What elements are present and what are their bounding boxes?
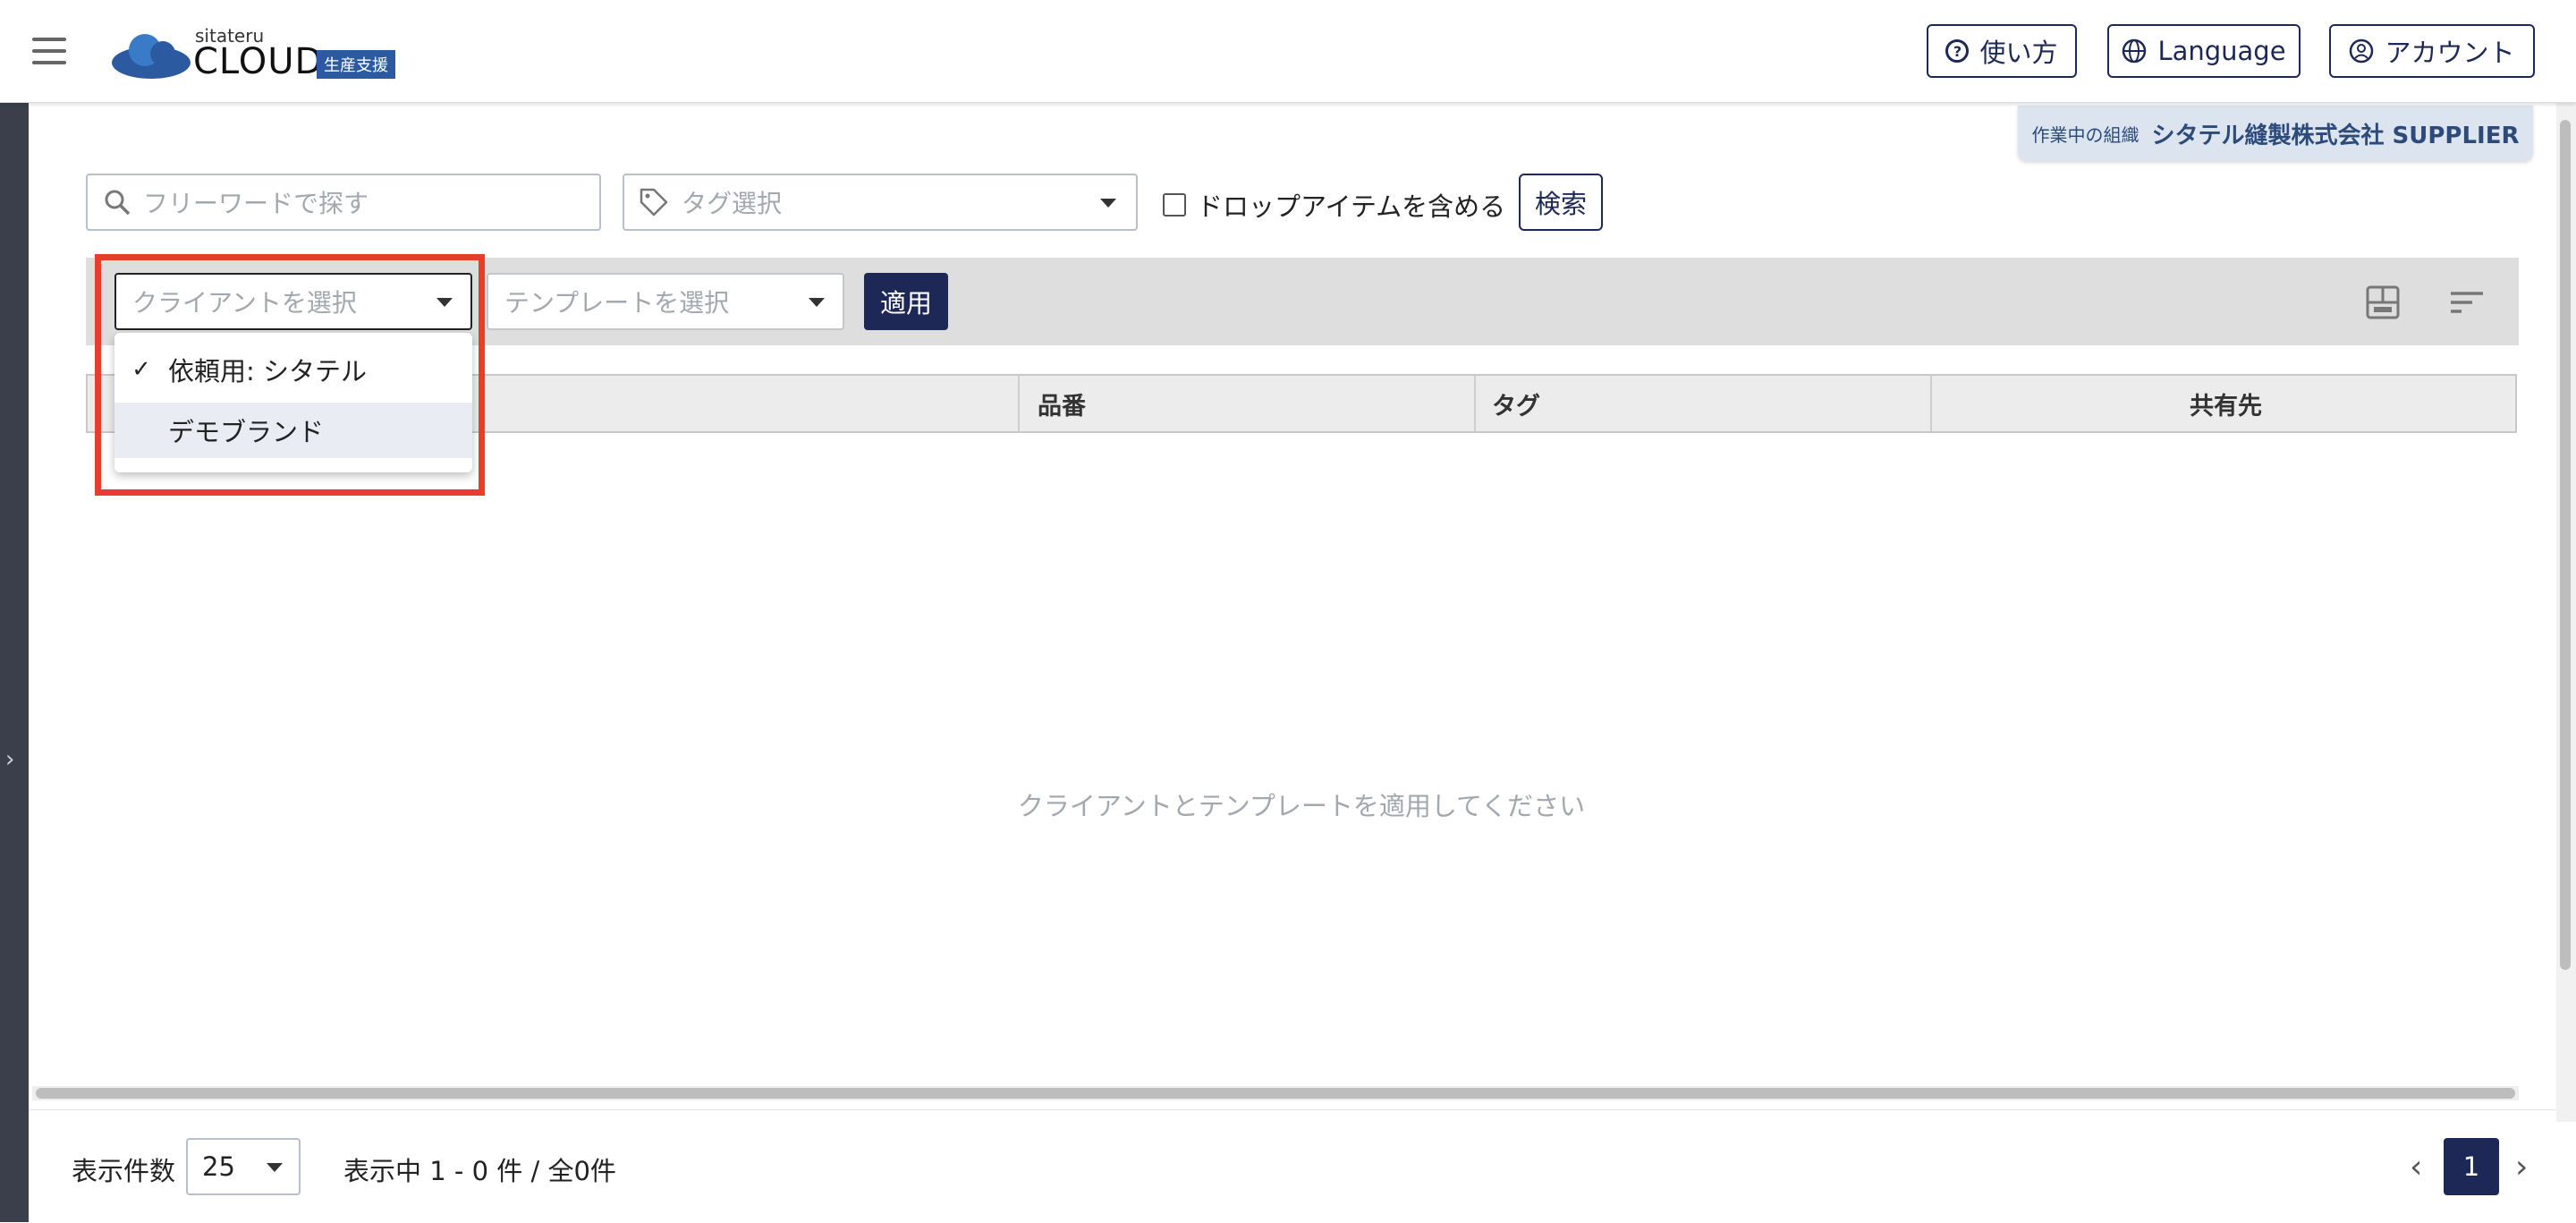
help-label: 使い方 [1979,38,2058,68]
logo-main-text: CLOUD [193,41,324,82]
empty-state-message: クライアントとテンプレートを適用してください [1017,791,1586,821]
cloud-logo-icon [112,34,191,79]
help-button[interactable]: ? 使い方 [1927,24,2077,78]
globe-icon [2123,38,2147,64]
account-icon [2350,38,2374,64]
drop-items-label: ドロップアイテムを含める [1197,191,1506,222]
current-organization: 作業中の組織 シタテル縫製株式会社 SUPPLIER [2018,106,2533,161]
chevron-down-icon [1100,199,1116,208]
per-page-select[interactable]: 25 [186,1138,301,1195]
per-page-label: 表示件数 [72,1156,176,1186]
language-button[interactable]: Language [2107,24,2301,78]
template-placeholder: テンプレートを選択 [504,288,730,318]
account-button[interactable]: アカウント [2329,24,2535,78]
drop-items-checkbox-row[interactable]: ドロップアイテムを含める [1163,186,1505,224]
menu-icon[interactable] [32,38,66,64]
search-placeholder: フリーワードで探す [143,189,369,218]
horizontal-scrollbar[interactable] [32,1086,2519,1100]
question-icon: ? [1945,39,1970,63]
chevron-right-icon[interactable]: › [2515,1149,2528,1185]
template-select[interactable]: テンプレートを選択 [487,273,844,330]
organization-label: 作業中の組織 [2031,123,2140,146]
top-bar: sitateru CLOUD 生産支援 ? 使い方 Language アカウント [0,0,2576,103]
chevron-left-icon[interactable]: ‹ [2410,1149,2422,1185]
column-header-tags[interactable]: タグ [1492,376,1540,431]
sort-icon[interactable] [2449,285,2485,320]
account-label: アカウント [2385,38,2515,68]
tag-placeholder: タグ選択 [682,189,783,218]
chevron-down-icon [809,298,825,307]
tag-icon [640,188,668,217]
column-header-shared-with[interactable]: 共有先 [2190,376,2262,431]
search-button[interactable]: 検索 [1519,174,1603,231]
side-drawer-rail[interactable]: › [0,102,29,1222]
apply-button[interactable]: 適用 [864,273,948,330]
tag-select[interactable]: タグ選択 [623,174,1138,231]
column-header-item-number[interactable]: 品番 [1038,376,1086,431]
search-input[interactable]: フリーワードで探す [86,174,601,231]
search-icon [105,190,131,216]
logo[interactable]: sitateru CLOUD 生産支援 [111,21,415,82]
annotation-highlight [95,254,485,496]
result-range-text: 表示中 1 - 0 件 / 全0件 [343,1156,616,1186]
logo-badge: 生産支援 [317,50,395,79]
per-page-value: 25 [202,1151,235,1182]
organization-name: シタテル縫製株式会社 SUPPLIER [2151,122,2520,149]
page-button-current[interactable]: 1 [2444,1138,2499,1195]
drop-items-checkbox[interactable] [1163,193,1186,217]
chevron-right-icon[interactable]: › [5,746,14,773]
language-label: Language [2157,36,2286,66]
layout-toggle-icon[interactable] [2365,285,2401,320]
chevron-down-icon [267,1163,283,1172]
vertical-scrollbar[interactable] [2556,102,2576,1122]
